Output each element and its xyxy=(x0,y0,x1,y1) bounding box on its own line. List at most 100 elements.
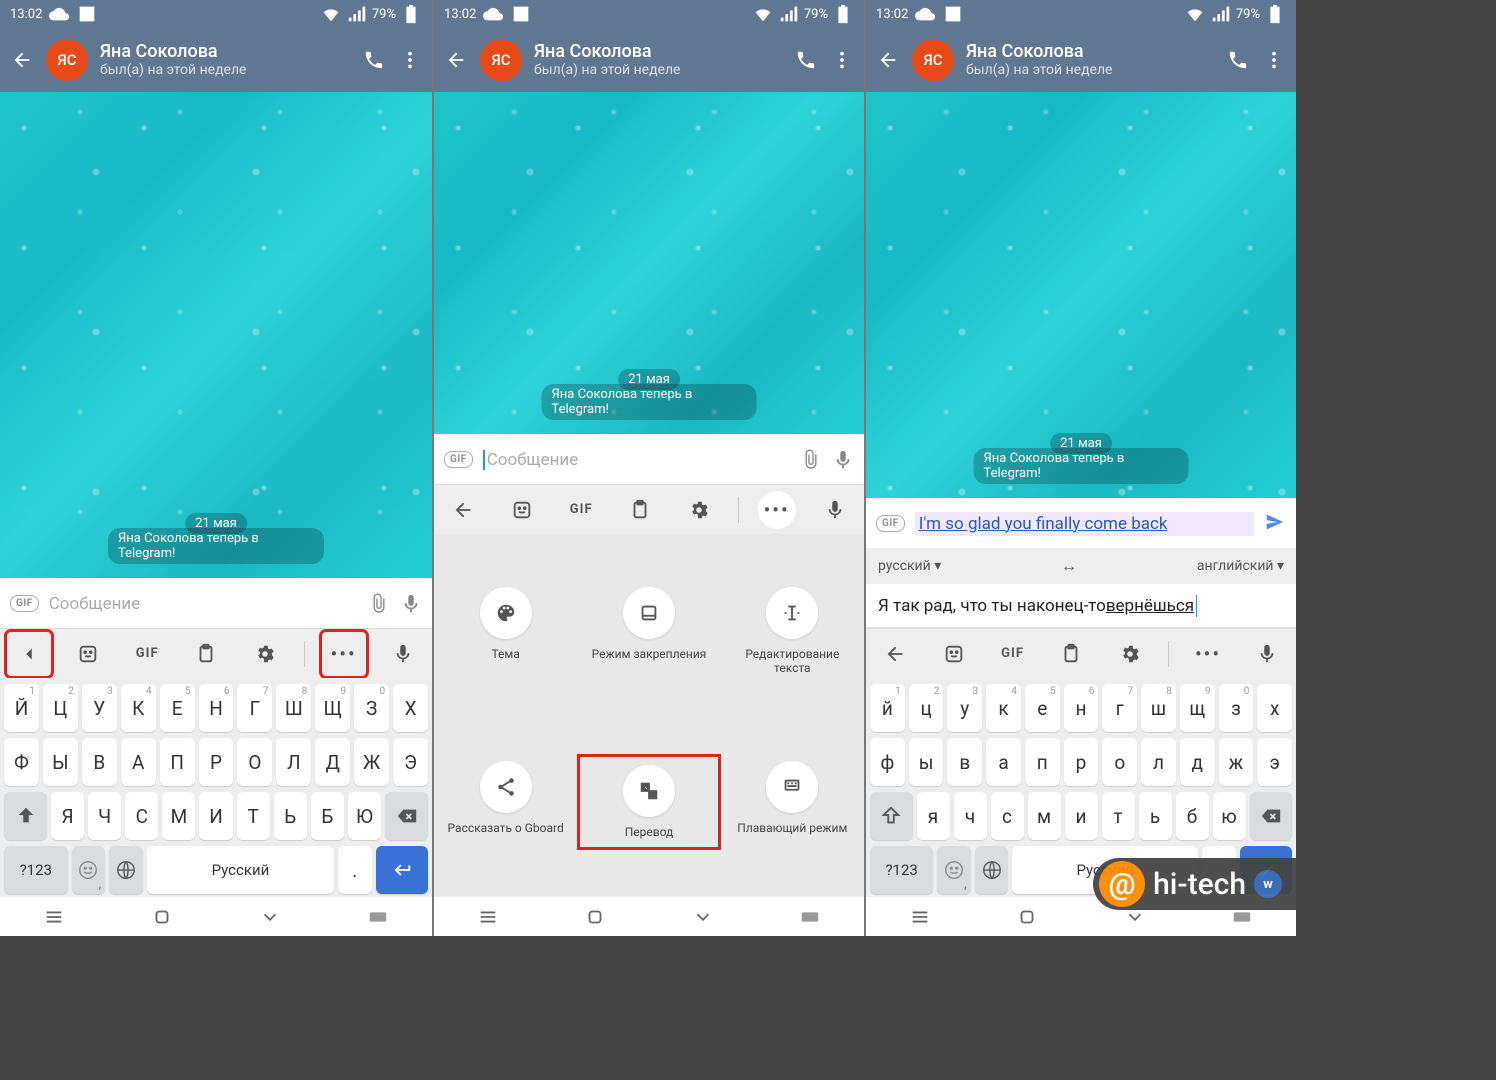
kb-gif-button[interactable]: GIF xyxy=(127,634,167,674)
nav-home[interactable] xyxy=(147,907,177,927)
space-key[interactable]: Русский xyxy=(147,846,334,894)
key-ф[interactable]: ф xyxy=(870,738,905,786)
clipboard-icon[interactable] xyxy=(1051,634,1091,674)
shift-key[interactable] xyxy=(4,792,47,840)
key-й[interactable]: й1 xyxy=(870,684,905,732)
key-д[interactable]: д xyxy=(1180,738,1215,786)
key-л[interactable]: л xyxy=(1141,738,1176,786)
menu-theme[interactable]: Тема xyxy=(441,587,571,676)
title-block[interactable]: Яна Соколова был(а) на этой неделе xyxy=(534,41,782,79)
kb-more-button[interactable]: ••• xyxy=(324,634,364,674)
key-к[interactable]: к4 xyxy=(986,684,1021,732)
gif-button[interactable]: GIF xyxy=(444,451,473,468)
key-л[interactable]: Л xyxy=(276,738,311,786)
nav-recents[interactable] xyxy=(905,907,935,927)
settings-icon[interactable] xyxy=(679,490,719,530)
sticker-icon[interactable] xyxy=(502,490,542,530)
key-в[interactable]: в xyxy=(947,738,982,786)
menu-floating[interactable]: Плавающий режим xyxy=(727,761,857,843)
settings-icon[interactable] xyxy=(1110,634,1150,674)
enter-key[interactable] xyxy=(376,846,428,894)
key-о[interactable]: о xyxy=(1102,738,1137,786)
language-key[interactable] xyxy=(109,846,143,894)
kb-more-button[interactable]: ••• xyxy=(1188,634,1228,674)
key-п[interactable]: П xyxy=(160,738,195,786)
title-block[interactable]: Яна Соколова был(а) на этой неделе xyxy=(100,41,350,79)
key-й[interactable]: Й1 xyxy=(4,684,39,732)
kb-back-button[interactable] xyxy=(875,634,915,674)
key-е[interactable]: е5 xyxy=(1025,684,1060,732)
more-button[interactable] xyxy=(1262,48,1286,72)
key-ц[interactable]: ц2 xyxy=(909,684,944,732)
key-ы[interactable]: Ы xyxy=(43,738,78,786)
key-з[interactable]: з0 xyxy=(1219,684,1254,732)
key-у[interactable]: У3 xyxy=(82,684,117,732)
swap-languages-icon[interactable]: ↔ xyxy=(941,556,1197,576)
title-block[interactable]: Яна Соколова был(а) на этой неделе xyxy=(966,41,1214,79)
nav-home[interactable] xyxy=(580,907,610,927)
key-а[interactable]: а xyxy=(986,738,1021,786)
key-ж[interactable]: ж xyxy=(1219,738,1254,786)
key-г[interactable]: г7 xyxy=(1102,684,1137,732)
symbols-key[interactable]: ?123 xyxy=(870,846,933,894)
key-ь[interactable]: ь xyxy=(1139,792,1172,840)
gif-button[interactable]: GIF xyxy=(876,515,905,532)
key-д[interactable]: Д xyxy=(315,738,350,786)
nav-recents[interactable] xyxy=(39,907,69,927)
sticker-icon[interactable] xyxy=(68,634,108,674)
key-щ[interactable]: Щ9 xyxy=(315,684,350,732)
more-button[interactable] xyxy=(830,48,854,72)
emoji-key[interactable]: , xyxy=(937,846,971,894)
back-button[interactable] xyxy=(10,48,34,72)
key-ч[interactable]: Ч xyxy=(88,792,121,840)
key-с[interactable]: с xyxy=(991,792,1024,840)
key-ч[interactable]: ч xyxy=(954,792,987,840)
kb-mic-icon[interactable] xyxy=(383,634,423,674)
mic-icon[interactable] xyxy=(832,449,854,471)
key-р[interactable]: Р xyxy=(199,738,234,786)
key-г[interactable]: Г7 xyxy=(237,684,272,732)
key-н[interactable]: Н6 xyxy=(199,684,234,732)
key-с[interactable]: С xyxy=(125,792,158,840)
key-ы[interactable]: ы xyxy=(909,738,944,786)
key-п[interactable]: п xyxy=(1025,738,1060,786)
more-button[interactable] xyxy=(398,48,422,72)
nav-back[interactable] xyxy=(255,907,285,927)
chat-area[interactable]: 21 мая Яна Соколова теперь в Telegram! xyxy=(866,92,1296,498)
key-р[interactable]: р xyxy=(1064,738,1099,786)
call-button[interactable] xyxy=(794,48,818,72)
kb-collapse-button[interactable] xyxy=(9,634,49,674)
key-т[interactable]: Т xyxy=(237,792,270,840)
backspace-key[interactable] xyxy=(385,792,428,840)
translate-from[interactable]: русский ▾ xyxy=(878,558,941,574)
attach-icon[interactable] xyxy=(368,593,390,615)
key-х[interactable]: Х xyxy=(393,684,428,732)
key-и[interactable]: И xyxy=(199,792,232,840)
mic-icon[interactable] xyxy=(400,593,422,615)
key-э[interactable]: Э xyxy=(393,738,428,786)
message-input[interactable]: I'm so glad you finally come back xyxy=(915,512,1254,536)
key-ю[interactable]: ю xyxy=(1213,792,1246,840)
nav-recents[interactable] xyxy=(473,907,503,927)
nav-home[interactable] xyxy=(1012,907,1042,927)
key-ц[interactable]: Ц2 xyxy=(43,684,78,732)
key-н[interactable]: н6 xyxy=(1064,684,1099,732)
attach-icon[interactable] xyxy=(800,449,822,471)
period-key[interactable]: . xyxy=(338,846,372,894)
avatar[interactable]: ЯС xyxy=(480,39,522,81)
nav-keyboard-icon[interactable] xyxy=(363,907,393,927)
kb-gif-button[interactable]: GIF xyxy=(993,634,1033,674)
message-input[interactable] xyxy=(49,594,358,614)
key-х[interactable]: х xyxy=(1257,684,1292,732)
key-ю[interactable]: Ю xyxy=(348,792,381,840)
avatar[interactable]: ЯС xyxy=(912,39,954,81)
kb-gif-button[interactable]: GIF xyxy=(561,490,601,530)
key-б[interactable]: Б xyxy=(311,792,344,840)
symbols-key[interactable]: ?123 xyxy=(4,846,68,894)
avatar[interactable]: ЯС xyxy=(46,39,88,81)
back-button[interactable] xyxy=(444,48,468,72)
clipboard-icon[interactable] xyxy=(186,634,226,674)
menu-translate[interactable]: Перевод xyxy=(584,761,714,843)
chat-area[interactable]: 21 мая Яна Соколова теперь в Telegram! xyxy=(434,92,864,434)
key-ь[interactable]: Ь xyxy=(274,792,307,840)
